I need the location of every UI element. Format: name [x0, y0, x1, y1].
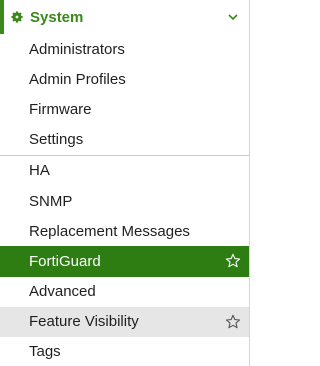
sidebar-item-feature-visibility[interactable]: Feature Visibility: [0, 306, 249, 337]
chevron-down-icon[interactable]: [227, 11, 239, 23]
sidebar-item-replacement-messages[interactable]: Replacement Messages: [0, 216, 249, 246]
sidebar-item-label: Administrators: [29, 40, 125, 58]
system-group-1: Administrators Admin Profiles Firmware S…: [0, 34, 249, 155]
sidebar-item-label: SNMP: [29, 192, 73, 210]
gear-icon: [10, 10, 24, 24]
sidebar-item-administrators[interactable]: Administrators: [0, 34, 249, 64]
sidebar-item-label: FortiGuard: [29, 252, 101, 270]
sidebar-item-label: Feature Visibility: [29, 313, 139, 331]
sidebar-item-advanced[interactable]: Advanced: [0, 277, 249, 307]
system-section-header[interactable]: System: [0, 0, 249, 34]
sidebar-item-settings[interactable]: Settings: [0, 125, 249, 155]
star-icon[interactable]: [225, 253, 241, 269]
sidebar-item-label: Replacement Messages: [29, 222, 190, 240]
sidebar-item-label: Firmware: [29, 100, 92, 118]
sidebar-item-label: HA: [29, 162, 50, 180]
section-title: System: [30, 8, 84, 26]
sidebar-item-tags[interactable]: Tags: [0, 337, 249, 366]
sidebar-item-snmp[interactable]: SNMP: [0, 186, 249, 216]
sidebar-item-label: Tags: [29, 343, 61, 361]
sidebar-item-admin-profiles[interactable]: Admin Profiles: [0, 64, 249, 94]
sidebar-nav: System Administrators Admin Profiles Fir…: [0, 0, 250, 366]
sidebar-item-label: Advanced: [29, 283, 96, 301]
sidebar-item-label: Settings: [29, 131, 84, 149]
star-icon[interactable]: [225, 314, 241, 330]
sidebar-item-firmware[interactable]: Firmware: [0, 94, 249, 124]
sidebar-item-fortiguard[interactable]: FortiGuard: [0, 246, 249, 277]
system-group-2: HA SNMP Replacement Messages FortiGuard …: [0, 155, 249, 366]
sidebar-item-label: Admin Profiles: [29, 70, 126, 88]
sidebar-item-ha[interactable]: HA: [0, 156, 249, 186]
